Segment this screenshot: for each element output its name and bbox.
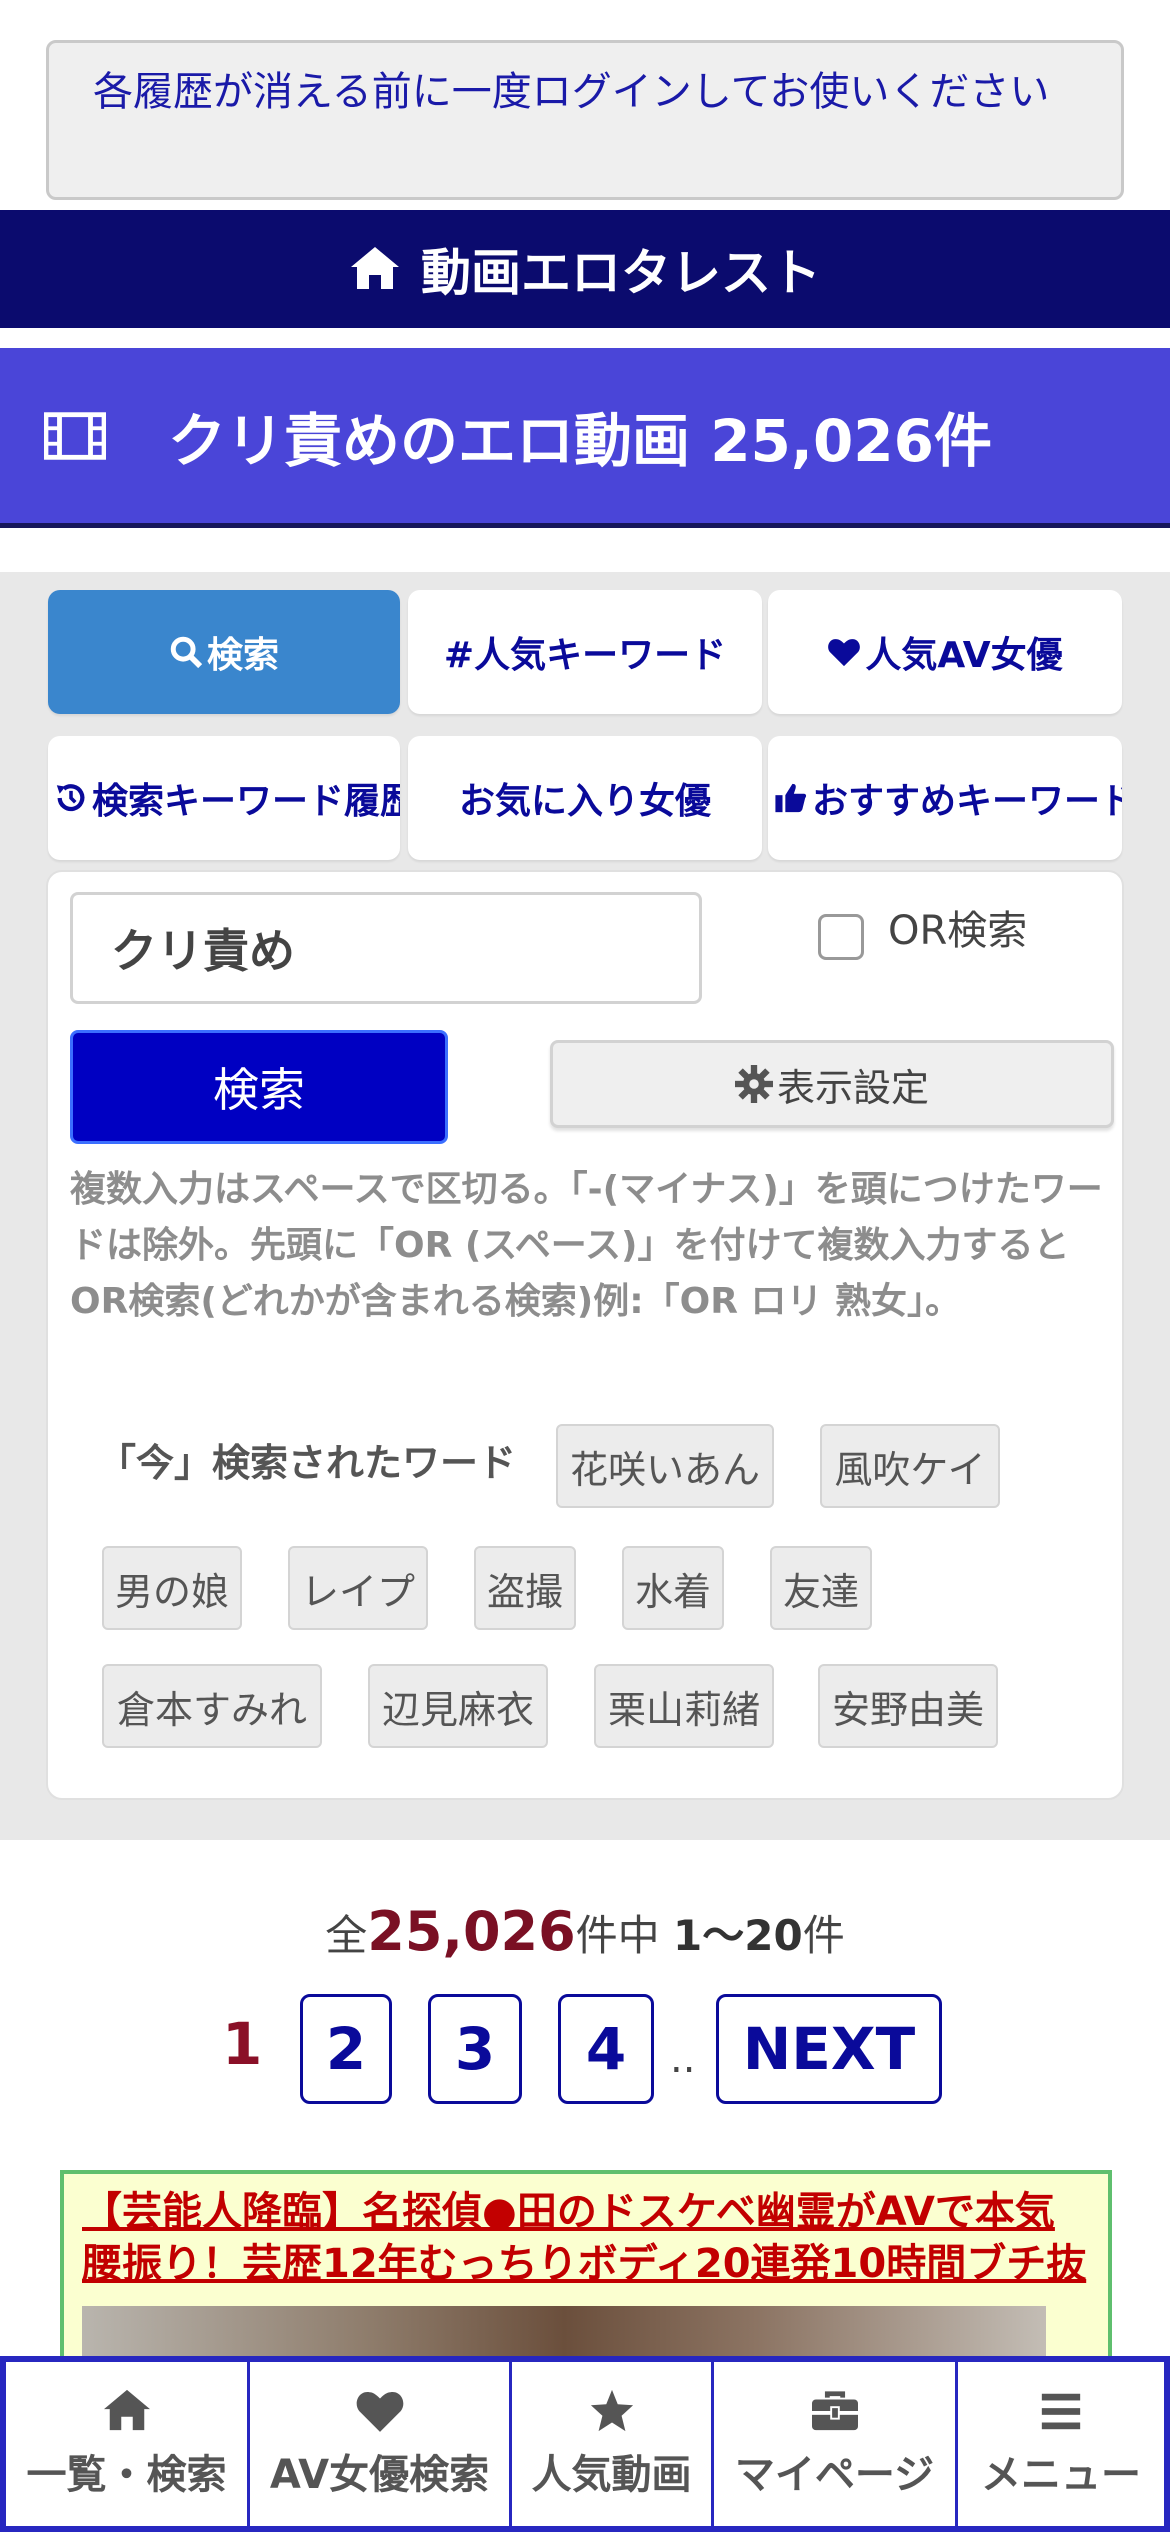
trending-word[interactable]: 水着 xyxy=(622,1546,724,1630)
trending-word[interactable]: 栗山莉緒 xyxy=(594,1664,774,1748)
result-middle: 件中 xyxy=(575,1911,674,1960)
tab-recommended-keywords[interactable]: おすすめキーワード xyxy=(768,736,1122,860)
search-icon xyxy=(170,636,203,669)
trending-word[interactable]: レイプ xyxy=(288,1546,428,1630)
home-icon xyxy=(103,2389,150,2431)
pagination-page-3[interactable]: 3 xyxy=(428,1994,522,2104)
heart-icon xyxy=(356,2392,403,2432)
ad-banner[interactable]: 【芸能人降臨】名探偵●田のドスケベ幽霊がAVで本気腰振り！芸歴12年むっちりボデ… xyxy=(60,2170,1112,2370)
trending-word[interactable]: 安野由美 xyxy=(818,1664,998,1748)
tab-popular-actresses[interactable]: 人気AV女優 xyxy=(768,590,1122,714)
tab-label: 人気AV女優 xyxy=(865,635,1063,676)
trending-word[interactable]: 辺見麻衣 xyxy=(368,1664,548,1748)
thumbs-up-icon xyxy=(775,783,807,813)
history-icon xyxy=(56,784,85,812)
result-range: 1～20 xyxy=(673,1911,803,1960)
nav-label: メニュー xyxy=(981,2452,1141,2498)
search-panel: クリ責め OR検索 検索 表示設定 複数入力はスペースで区切る。「-(マイナス)… xyxy=(46,870,1124,1800)
page-title: クリ責めのエロ動画 25,026件 xyxy=(168,406,993,475)
tab-favorite-actresses[interactable]: お気に入り女優 xyxy=(408,736,762,860)
ad-text[interactable]: 【芸能人降臨】名探偵●田のドスケベ幽霊がAVで本気腰振り！芸歴12年むっちりボデ… xyxy=(82,2186,1092,2290)
login-notice: 各履歴が消える前に一度ログインしてお使いください xyxy=(46,40,1124,200)
or-search-toggle[interactable]: OR検索 xyxy=(818,894,1027,960)
home-icon xyxy=(351,247,399,289)
pagination-ellipsis: .. xyxy=(670,2036,696,2082)
or-search-label: OR検索 xyxy=(888,908,1028,954)
nav-label: 一覧・検索 xyxy=(26,2452,227,2498)
nav-mypage[interactable]: マイページ xyxy=(714,2362,958,2526)
pagination-next[interactable]: NEXT xyxy=(716,1994,942,2104)
search-help-text: 複数入力はスペースで区切る。「-(マイナス)」を頭につけたワードは除外。先頭に「… xyxy=(70,1169,1103,1322)
trending-word[interactable]: 友達 xyxy=(770,1546,872,1630)
display-settings-button[interactable]: 表示設定 xyxy=(550,1040,1114,1128)
result-prefix: 全 xyxy=(325,1911,368,1960)
trending-word[interactable]: 倉本すみれ xyxy=(102,1664,322,1748)
tab-label: #人気キーワード xyxy=(443,635,727,676)
nav-label: マイページ xyxy=(734,2452,935,2498)
star-icon xyxy=(590,2389,633,2432)
trending-word[interactable]: 風吹ケイ xyxy=(820,1424,1000,1508)
pagination-page-2[interactable]: 2 xyxy=(300,1994,392,2104)
result-count: 全25,026件中 1～20件 xyxy=(0,1900,1170,1963)
tab-label: おすすめキーワード xyxy=(812,781,1122,822)
pagination-page-4[interactable]: 4 xyxy=(558,1994,654,2104)
nav-label: AV女優検索 xyxy=(269,2452,490,2498)
trending-label: 「今」検索されたワード xyxy=(98,1441,517,1485)
site-header[interactable]: 動画エロタレスト xyxy=(0,210,1170,328)
nav-actress-search[interactable]: AV女優検索 xyxy=(250,2362,512,2526)
or-search-checkbox[interactable] xyxy=(818,914,864,960)
display-settings-label: 表示設定 xyxy=(776,1065,929,1110)
search-input[interactable]: クリ責め xyxy=(70,892,702,1004)
tab-search-history[interactable]: 検索キーワード履歴 xyxy=(48,736,400,860)
trending-word[interactable]: 男の娘 xyxy=(102,1546,242,1630)
briefcase-icon xyxy=(811,2391,858,2431)
result-suffix: 件 xyxy=(802,1911,845,1960)
tab-popular-keywords[interactable]: #人気キーワード xyxy=(408,590,762,714)
tab-label: お気に入り女優 xyxy=(458,781,711,822)
nav-menu[interactable]: メニュー xyxy=(958,2362,1164,2526)
site-title: 動画エロタレスト xyxy=(421,244,821,302)
result-total: 25,026 xyxy=(367,1900,576,1963)
gear-icon xyxy=(734,1065,773,1103)
bottom-navigation: 一覧・検索 AV女優検索 人気動画 マイページ メニュー xyxy=(0,2356,1170,2532)
tab-search[interactable]: 検索 xyxy=(48,590,400,714)
trending-word[interactable]: 花咲いあん xyxy=(556,1424,774,1508)
tab-label: 検索キーワード履歴 xyxy=(92,781,400,822)
film-icon xyxy=(44,411,106,460)
nav-label: 人気動画 xyxy=(531,2452,692,2498)
tab-label: 検索 xyxy=(206,635,279,676)
heart-icon xyxy=(828,639,861,667)
nav-popular-videos[interactable]: 人気動画 xyxy=(512,2362,714,2526)
menu-icon xyxy=(1041,2393,1081,2430)
trending-word[interactable]: 盗撮 xyxy=(474,1546,576,1630)
nav-list-search[interactable]: 一覧・検索 xyxy=(6,2362,250,2526)
search-button[interactable]: 検索 xyxy=(70,1030,448,1144)
pagination-current: 1 xyxy=(222,2010,263,2078)
page-header: クリ責めのエロ動画 25,026件 xyxy=(0,348,1170,528)
